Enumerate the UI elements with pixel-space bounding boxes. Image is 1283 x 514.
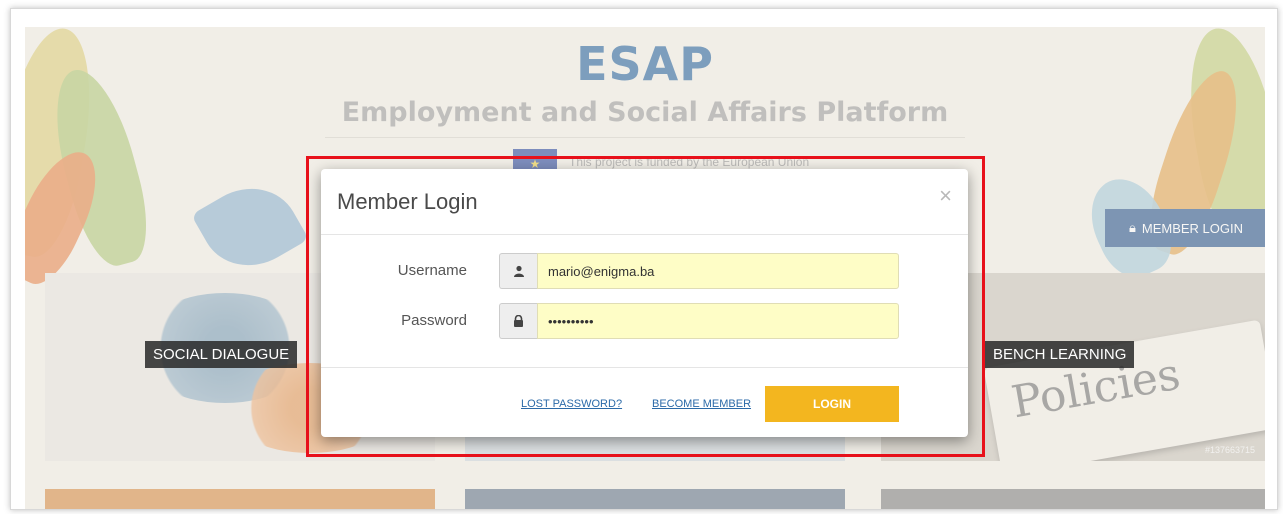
password-label: Password: [401, 312, 467, 329]
login-button[interactable]: LOGIN: [765, 386, 899, 422]
login-modal: Member Login × Username mario@enigma.ba …: [321, 169, 968, 437]
modal-header: Member Login ×: [321, 169, 968, 235]
username-input-group: mario@enigma.ba: [499, 253, 899, 289]
modal-footer: LOST PASSWORD? BECOME MEMBER LOGIN: [321, 367, 968, 437]
username-label: Username: [397, 262, 467, 279]
username-row: Username mario@enigma.ba: [321, 253, 968, 289]
username-input[interactable]: mario@enigma.ba: [537, 253, 899, 289]
tile-label-bench-learning: BENCH LEARNING: [985, 341, 1135, 368]
modal-title: Member Login: [337, 189, 478, 214]
lost-password-link[interactable]: LOST PASSWORD?: [521, 398, 622, 410]
password-input-group: ••••••••••: [499, 303, 899, 339]
close-icon[interactable]: ×: [939, 183, 952, 209]
tile-label-social-dialogue: SOCIAL DIALOGUE: [145, 341, 298, 368]
user-icon: [499, 253, 537, 289]
password-input[interactable]: ••••••••••: [537, 303, 899, 339]
lock-icon: [499, 303, 537, 339]
become-member-link[interactable]: BECOME MEMBER: [652, 398, 751, 410]
password-row: Password ••••••••••: [321, 303, 968, 339]
